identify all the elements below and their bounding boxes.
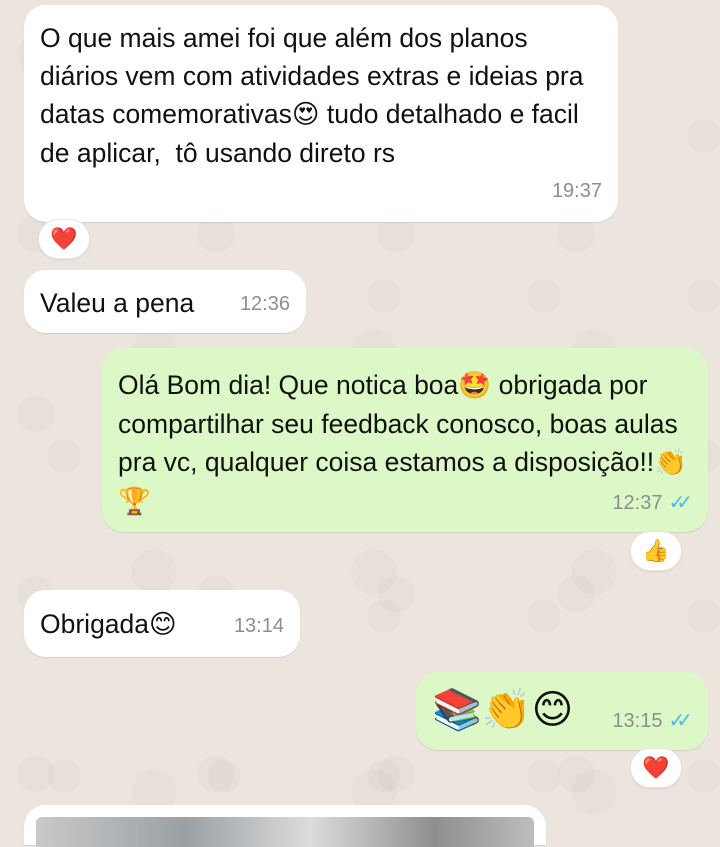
incoming-message-1[interactable]: O que mais amei foi que além dos planos …	[24, 5, 618, 222]
double-check-icon: ✓✓	[668, 710, 692, 732]
message-text: Obrigada	[40, 609, 150, 639]
outgoing-message-2[interactable]: 📚👏😊 13:15 ✓✓	[416, 672, 708, 750]
timestamp-text: 13:14	[233, 615, 284, 637]
incoming-message-2[interactable]: Valeu a pena 12:36	[24, 270, 306, 333]
message-timestamp: 13:15 ✓✓	[612, 702, 692, 740]
message-timestamp: 13:14	[234, 607, 284, 645]
reaction-thumbs: 👍	[642, 538, 670, 564]
heart-icon[interactable]: ❤️	[38, 219, 90, 259]
media-image[interactable]	[36, 817, 534, 847]
outgoing-message-1[interactable]: Olá Bom dia! Que notica boa🤩 obrigada po…	[102, 348, 708, 532]
message-text: Olá Bom dia! Que notica boa	[118, 370, 459, 400]
double-check-icon: ✓✓	[668, 492, 692, 514]
timestamp-text: 13:15	[612, 710, 663, 732]
timestamp-text: 12:36	[239, 293, 290, 315]
star-struck-emoji: 🤩	[458, 370, 492, 401]
message-timestamp: 12:36	[240, 285, 290, 323]
incoming-media-message[interactable]	[24, 805, 546, 847]
reaction-heart: ❤️	[642, 755, 670, 781]
timestamp-text: 19:37	[551, 180, 602, 202]
thumbs-up-icon[interactable]: 👍	[630, 531, 682, 571]
incoming-message-3[interactable]: Obrigada😊 13:14	[24, 590, 300, 657]
books-clap-smile-emoji: 📚👏😊	[432, 687, 574, 733]
message-timestamp: 12:37 ✓✓	[612, 484, 692, 522]
smiling-emoji: 😊	[149, 609, 177, 640]
heart-eyes-emoji: 😍	[291, 99, 320, 130]
reaction-heart: ❤️	[50, 226, 78, 252]
message-text: Valeu a pena	[40, 288, 195, 318]
heart-icon[interactable]: ❤️	[630, 748, 682, 788]
message-timestamp: 19:37	[552, 172, 602, 210]
timestamp-text: 12:37	[612, 492, 663, 514]
